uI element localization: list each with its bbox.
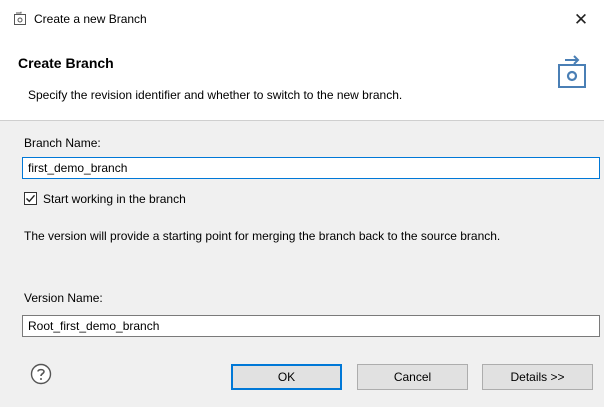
branch-name-label: Branch Name: <box>24 136 101 150</box>
version-name-input[interactable] <box>22 315 600 337</box>
create-branch-dialog: Create a new Branch ✕ Create Branch Spec… <box>0 0 604 407</box>
close-button[interactable]: ✕ <box>558 0 604 40</box>
close-icon: ✕ <box>573 10 589 29</box>
version-name-label: Version Name: <box>24 291 103 305</box>
banner-title: Create Branch <box>18 55 114 71</box>
help-icon[interactable] <box>30 363 52 385</box>
title-bar: Create a new Branch ✕ <box>0 0 604 40</box>
cancel-button[interactable]: Cancel <box>357 364 468 390</box>
start-working-checkbox[interactable] <box>24 192 37 205</box>
checkmark-icon <box>26 194 36 203</box>
start-working-label[interactable]: Start working in the branch <box>43 192 186 206</box>
header-banner: Create Branch Specify the revision ident… <box>0 40 604 121</box>
version-info-text: The version will provide a starting poin… <box>24 229 501 243</box>
branch-wizard-icon <box>558 55 586 88</box>
ok-button[interactable]: OK <box>231 364 342 390</box>
window-title: Create a new Branch <box>34 12 147 26</box>
branch-app-icon <box>14 11 26 25</box>
details-button[interactable]: Details >> <box>482 364 593 390</box>
branch-name-input[interactable] <box>22 157 600 179</box>
banner-description: Specify the revision identifier and whet… <box>28 88 403 102</box>
